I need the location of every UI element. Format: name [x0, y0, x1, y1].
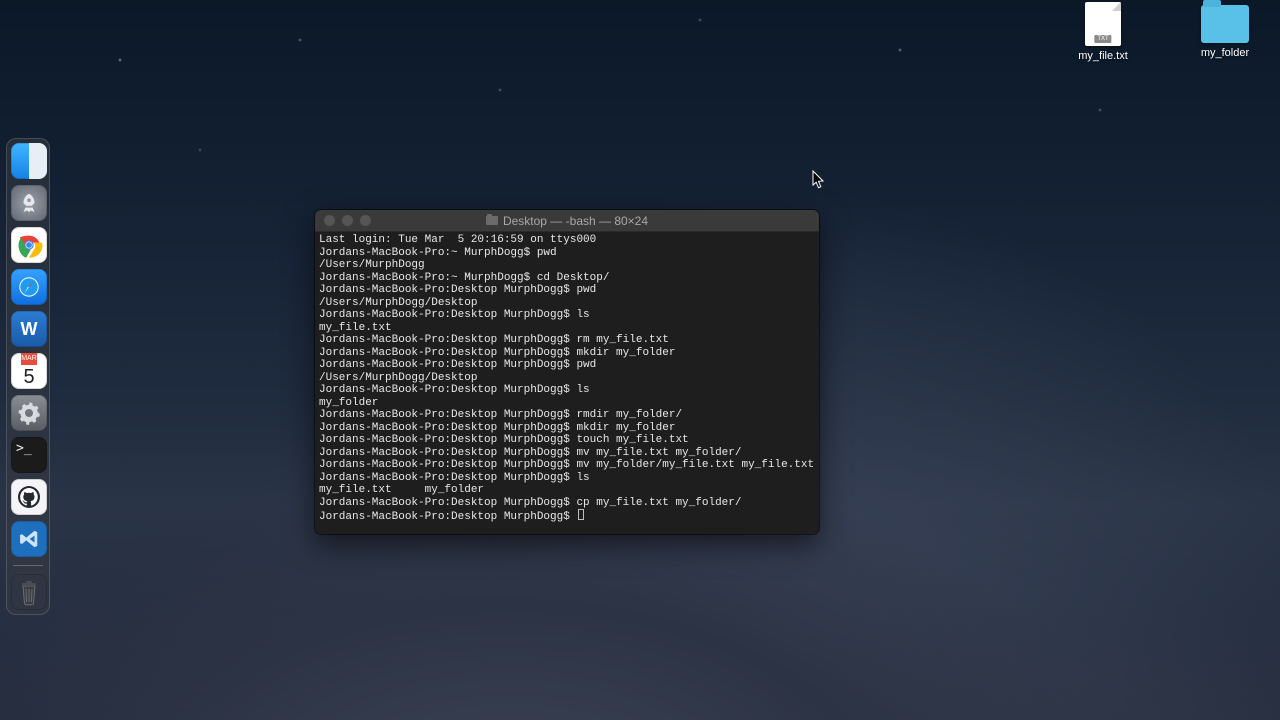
terminal-glyph: >_ — [16, 441, 32, 456]
dock-app-chrome[interactable] — [11, 227, 47, 263]
terminal-titlebar[interactable]: Desktop — -bash — 80×24 — [315, 210, 819, 232]
compass-icon — [16, 274, 42, 300]
dock-app-finder[interactable] — [11, 143, 47, 179]
cursor-icon — [812, 170, 826, 190]
desktop-icons: TXT my_file.txt my_folder — [1066, 2, 1262, 62]
dock-app-calendar[interactable]: MAR 5 — [11, 353, 47, 389]
desktop-folder[interactable]: my_folder — [1188, 2, 1262, 62]
terminal-body[interactable]: Last login: Tue Mar 5 20:16:59 on ttys00… — [315, 232, 819, 534]
dock-app-vscode[interactable] — [11, 521, 47, 557]
terminal-cursor — [578, 509, 584, 520]
calendar-month: MAR — [21, 353, 37, 365]
dock-app-github[interactable] — [11, 479, 47, 515]
terminal-window[interactable]: Desktop — -bash — 80×24 Last login: Tue … — [315, 210, 819, 534]
folder-icon — [1201, 5, 1249, 43]
txt-file-icon: TXT — [1085, 2, 1121, 46]
vscode-icon — [18, 528, 40, 550]
dock-app-settings[interactable] — [11, 395, 47, 431]
dock: W MAR 5 >_ — [6, 138, 50, 615]
dock-app-launchpad[interactable] — [11, 185, 47, 221]
dock-app-safari[interactable] — [11, 269, 47, 305]
desktop-file-txt[interactable]: TXT my_file.txt — [1066, 2, 1140, 62]
chrome-icon — [15, 231, 43, 259]
minimize-button[interactable] — [342, 215, 353, 226]
desktop-file-label: my_file.txt — [1066, 50, 1140, 62]
zoom-button[interactable] — [360, 215, 371, 226]
dock-app-terminal[interactable]: >_ — [11, 437, 47, 473]
window-controls — [315, 215, 371, 226]
dock-app-word[interactable]: W — [11, 311, 47, 347]
terminal-title: Desktop — -bash — 80×24 — [315, 214, 819, 228]
rocket-icon — [18, 192, 40, 214]
gear-icon — [17, 401, 41, 425]
desktop-folder-label: my_folder — [1188, 47, 1262, 59]
word-glyph: W — [21, 319, 38, 340]
github-icon — [17, 485, 41, 509]
close-button[interactable] — [324, 215, 335, 226]
folder-icon — [486, 216, 498, 225]
calendar-day: 5 — [23, 365, 34, 389]
dock-trash[interactable] — [11, 574, 47, 610]
trash-icon — [17, 578, 41, 606]
dock-separator — [13, 565, 43, 566]
